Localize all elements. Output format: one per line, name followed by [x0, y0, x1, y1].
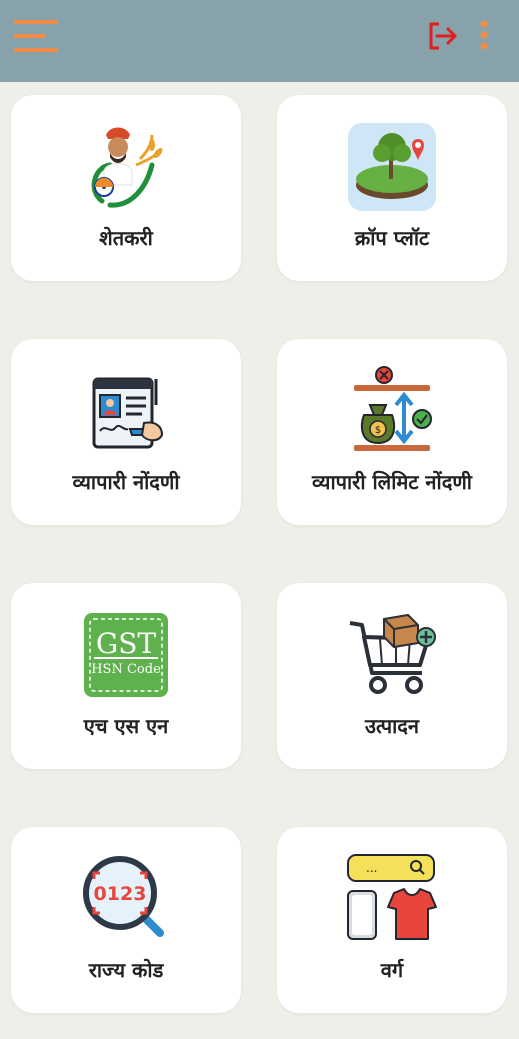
tile-product[interactable]: उत्पादन: [277, 583, 507, 769]
tile-label: एच एस एन: [83, 714, 169, 738]
trader-registration-icon: [80, 365, 172, 457]
logout-icon[interactable]: [424, 18, 460, 54]
tile-label: क्रॉप प्लॉट: [354, 226, 430, 250]
tile-trader-limit[interactable]: $ व्यापारी लिमिट नोंदणी: [277, 339, 507, 525]
farmer-icon: [80, 121, 172, 213]
tile-label: राज्य कोड: [88, 958, 164, 982]
tile-trader-registration[interactable]: व्यापारी नोंदणी: [11, 339, 241, 525]
tile-label: व्यापारी लिमिट नोंदणी: [312, 470, 472, 494]
tile-hsn[interactable]: GST HSN Code एच एस एन: [11, 583, 241, 769]
crop-plot-icon: [346, 121, 438, 213]
state-code-search-icon: 0123: [80, 853, 172, 945]
tile-category[interactable]: ... वर्ग: [277, 827, 507, 1013]
more-vertical-icon[interactable]: [474, 18, 494, 54]
tile-farmer[interactable]: शेतकरी: [11, 95, 241, 281]
tile-label: व्यापारी नोंदणी: [72, 470, 180, 494]
tile-crop-plot[interactable]: क्रॉप प्लॉट: [277, 95, 507, 281]
search-placeholder-text: ...: [366, 861, 377, 875]
svg-text:$: $: [375, 425, 381, 436]
gst-hsn-code-icon: GST HSN Code: [80, 609, 172, 701]
tile-label: उत्पादन: [364, 714, 420, 738]
trader-limit-icon: $: [346, 365, 438, 457]
hamburger-menu-icon[interactable]: [14, 20, 62, 56]
gst-text: GST: [96, 627, 157, 660]
app-bar: [0, 0, 519, 82]
code-0123-text: 0123: [94, 883, 147, 905]
tile-label: शेतकरी: [99, 226, 153, 250]
category-icon: ...: [346, 853, 438, 945]
tile-state-code[interactable]: 0123 राज्य कोड: [11, 827, 241, 1013]
product-cart-icon: [346, 609, 438, 701]
tile-label: वर्ग: [380, 958, 404, 982]
hsn-code-text: HSN Code: [91, 662, 161, 677]
